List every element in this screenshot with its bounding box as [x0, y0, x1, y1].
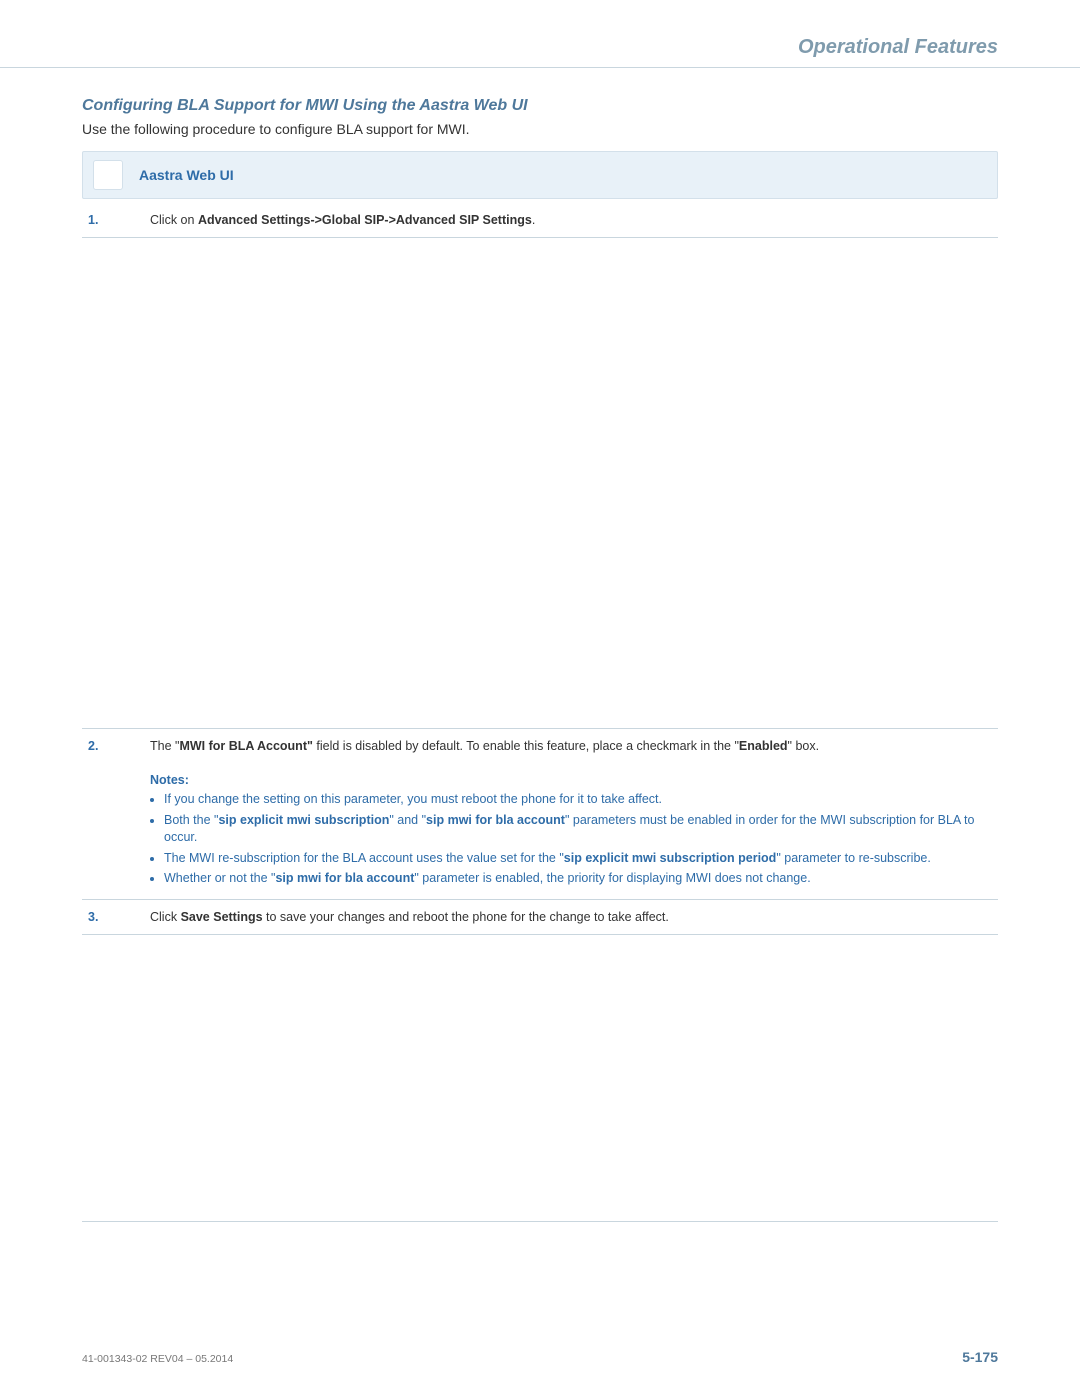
- step-row: 3. Click Save Settings to save your chan…: [82, 899, 998, 934]
- step-number: 3.: [82, 899, 144, 934]
- bold-text: Enabled: [739, 739, 788, 753]
- step-text: Click on Advanced Settings->Global SIP->…: [144, 203, 998, 238]
- step-row: 1. Click on Advanced Settings->Global SI…: [82, 203, 998, 238]
- section-intro: Use the following procedure to configure…: [82, 121, 998, 137]
- callout-label: Aastra Web UI: [139, 167, 234, 183]
- bold-text: sip explicit mwi subscription period: [564, 851, 777, 865]
- step-number: 2.: [82, 729, 144, 900]
- chapter-title: Operational Features: [82, 36, 998, 69]
- document-page: Operational Features Configuring BLA Sup…: [0, 0, 1080, 1397]
- text: The ": [150, 739, 179, 753]
- page-number: 5-175: [962, 1349, 998, 1365]
- text: Whether or not the ": [164, 871, 275, 885]
- text: " parameter to re-subscribe.: [776, 851, 931, 865]
- bottom-spacer: [82, 935, 998, 1222]
- callout-icon: [93, 160, 123, 190]
- text: field is disabled by default. To enable …: [313, 739, 739, 753]
- bold-text: Advanced Settings->Global SIP->Advanced …: [198, 213, 532, 227]
- text: " parameter is enabled, the priority for…: [414, 871, 810, 885]
- notes-title: Notes:: [150, 771, 992, 789]
- note-item: The MWI re-subscription for the BLA acco…: [164, 850, 992, 868]
- text: to save your changes and reboot the phon…: [263, 910, 669, 924]
- section-title: Configuring BLA Support for MWI Using th…: [82, 97, 998, 115]
- page-footer: 41-001343-02 REV04 – 05.2014 5-175: [82, 1349, 998, 1365]
- text: The MWI re-subscription for the BLA acco…: [164, 851, 564, 865]
- bold-text: sip mwi for bla account: [275, 871, 414, 885]
- text: " box.: [788, 739, 820, 753]
- doc-id: 41-001343-02 REV04 – 05.2014: [82, 1353, 233, 1365]
- bold-text: sip explicit mwi subscription: [218, 813, 389, 827]
- screenshot-placeholder: [82, 238, 998, 729]
- bold-text: sip mwi for bla account: [426, 813, 565, 827]
- notes-list: If you change the setting on this parame…: [150, 791, 992, 888]
- note-item: If you change the setting on this parame…: [164, 791, 992, 809]
- text: " and ": [389, 813, 426, 827]
- text: Click: [150, 910, 181, 924]
- web-ui-callout: Aastra Web UI: [82, 151, 998, 199]
- bold-text: MWI for BLA Account": [179, 739, 312, 753]
- note-item: Whether or not the "sip mwi for bla acco…: [164, 870, 992, 888]
- note-item: Both the "sip explicit mwi subscription"…: [164, 812, 992, 847]
- text: If you change the setting on this parame…: [164, 792, 662, 806]
- text: .: [532, 213, 535, 227]
- procedure-steps: 1. Click on Advanced Settings->Global SI…: [82, 203, 998, 1222]
- text: Click on: [150, 213, 198, 227]
- text: Both the ": [164, 813, 218, 827]
- header-rule: [0, 67, 1080, 68]
- step-number: 1.: [82, 203, 144, 238]
- bold-text: Save Settings: [181, 910, 263, 924]
- step-row: 2. The "MWI for BLA Account" field is di…: [82, 729, 998, 900]
- step-text: The "MWI for BLA Account" field is disab…: [144, 729, 998, 900]
- step-text: Click Save Settings to save your changes…: [144, 899, 998, 934]
